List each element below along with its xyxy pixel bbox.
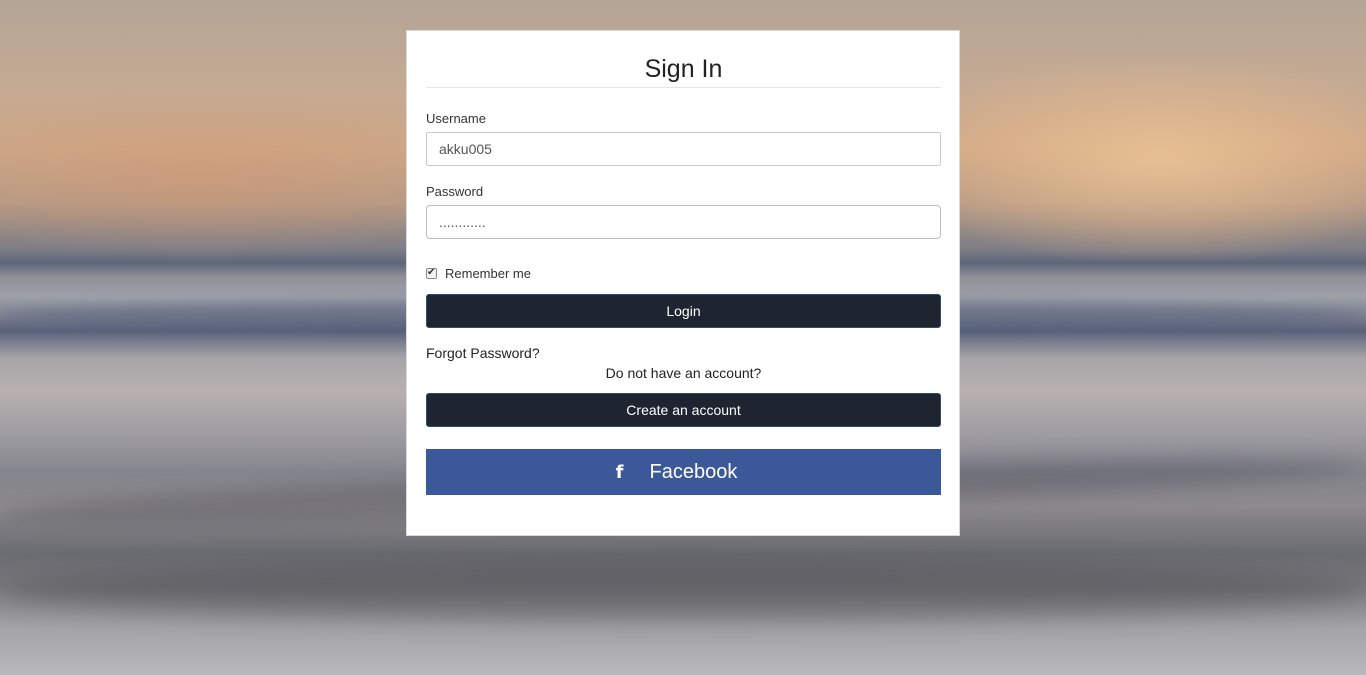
no-account-text: Do not have an account? — [605, 365, 762, 381]
facebook-label: Facebook — [649, 460, 738, 483]
create-account-button[interactable]: Create an account — [426, 393, 941, 427]
password-label: Password — [426, 184, 484, 199]
login-button[interactable]: Login — [426, 294, 941, 328]
page-title: Sign In — [644, 55, 723, 83]
remember-checkbox[interactable]: ✔ — [426, 267, 437, 279]
sunset-glow — [900, 60, 1366, 260]
signin-card: Sign In Username Password ✔ Remember me … — [406, 30, 960, 536]
title-divider — [426, 87, 941, 88]
facebook-login-button[interactable]: f Facebook — [426, 449, 941, 495]
password-input[interactable] — [426, 205, 941, 239]
remember-label: Remember me — [445, 266, 531, 281]
facebook-icon: f — [615, 461, 624, 483]
check-icon: ✔ — [427, 267, 436, 278]
remember-me[interactable]: ✔ Remember me — [426, 266, 531, 281]
username-label: Username — [426, 111, 486, 126]
username-input[interactable] — [426, 132, 941, 166]
forgot-password-link[interactable]: Forgot Password? — [426, 345, 540, 361]
wave-streak — [0, 560, 1366, 620]
